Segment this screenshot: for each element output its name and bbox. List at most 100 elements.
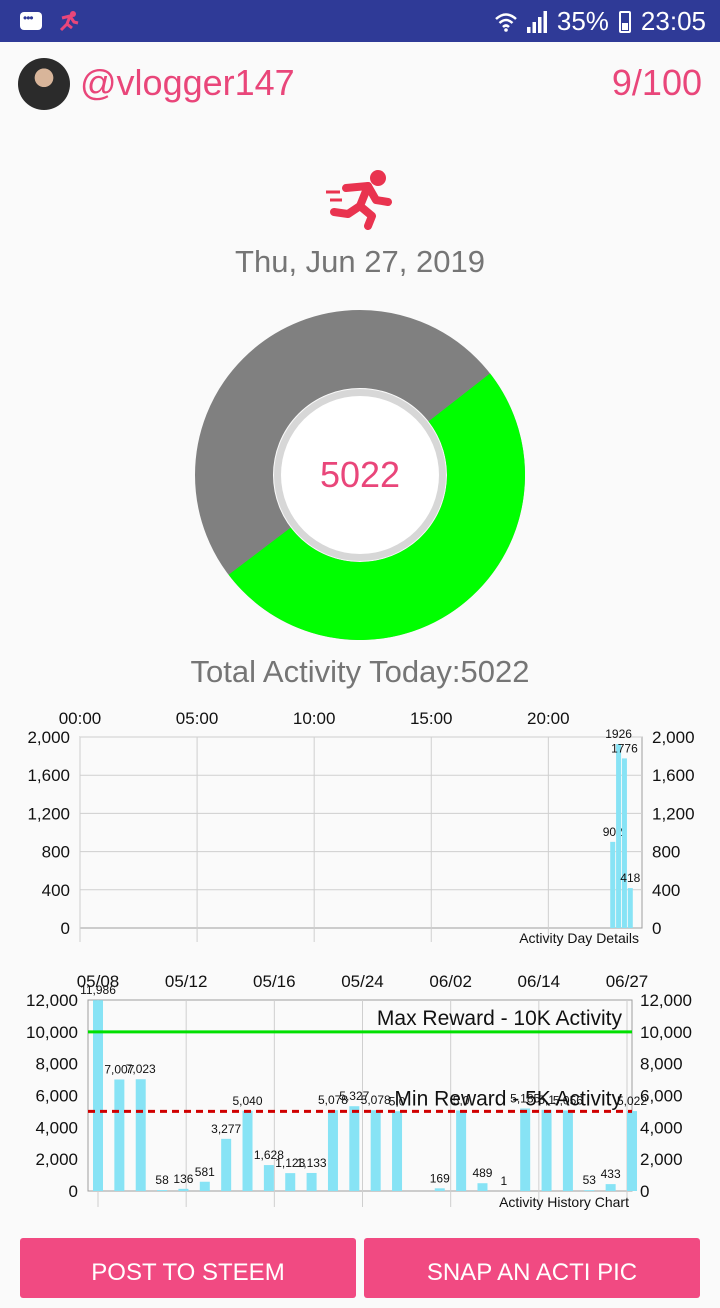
history-y-tick-right: 8,000	[640, 1055, 683, 1074]
history-bar	[221, 1139, 231, 1191]
day-y-tick-right: 2,000	[652, 728, 695, 747]
day-bar	[610, 842, 615, 928]
history-bar-label: 5,040	[233, 1094, 263, 1108]
day-y-tick-left: 0	[61, 919, 70, 938]
history-y-tick-left: 12,000	[26, 991, 78, 1010]
total-activity-today: Total Activity Today:5022	[0, 654, 720, 690]
history-y-tick-right: 10,000	[640, 1023, 692, 1042]
history-bar	[307, 1173, 317, 1191]
history-bar	[264, 1165, 274, 1191]
history-x-tick: 05/16	[253, 972, 296, 991]
post-to-steem-button[interactable]: POST TO STEEM	[20, 1238, 356, 1298]
history-bar	[328, 1110, 338, 1191]
day-bar-label: 1926	[605, 727, 632, 741]
chat-notification-icon	[20, 12, 42, 30]
history-y-tick-right: 2,000	[640, 1150, 683, 1169]
activity-date: Thu, Jun 27, 2019	[0, 244, 720, 280]
battery-percent: 35%	[557, 6, 609, 37]
snap-acti-pic-button[interactable]: SNAP AN ACTI PIC	[364, 1238, 700, 1298]
signal-icon	[527, 11, 547, 33]
history-bar	[542, 1110, 552, 1191]
day-y-tick-right: 1,600	[652, 766, 695, 785]
username[interactable]: @vlogger147	[80, 62, 295, 104]
history-bar-label: 433	[601, 1167, 621, 1181]
wifi-icon	[495, 12, 517, 32]
battery-icon	[619, 11, 631, 33]
max-reward-label: Max Reward - 10K Activity	[377, 1007, 623, 1030]
history-y-tick-right: 4,000	[640, 1118, 683, 1137]
history-y-tick-left: 10,000	[26, 1023, 78, 1042]
history-y-tick-right: 0	[640, 1182, 649, 1201]
runner-notification-icon	[56, 10, 80, 32]
avatar[interactable]	[18, 58, 70, 110]
history-bar	[563, 1111, 573, 1191]
history-bar	[200, 1182, 210, 1191]
day-plot-frame	[80, 737, 642, 928]
history-y-tick-right: 12,000	[640, 991, 692, 1010]
history-bar	[456, 1110, 466, 1191]
history-bar	[435, 1188, 445, 1191]
history-y-tick-left: 0	[69, 1182, 78, 1201]
history-bar	[136, 1079, 146, 1191]
history-bar	[371, 1110, 381, 1191]
history-x-tick: 06/02	[429, 972, 472, 991]
history-x-tick: 05/12	[165, 972, 208, 991]
history-bar-label: 11,986	[80, 983, 116, 997]
history-y-tick-left: 8,000	[35, 1055, 78, 1074]
history-bar	[349, 1106, 359, 1191]
donut-center-value: 5022	[300, 454, 420, 496]
day-x-tick: 10:00	[293, 709, 336, 728]
day-chart-description: Activity Day Details	[519, 930, 639, 946]
history-bar-label: 1	[500, 1174, 507, 1188]
history-chart-description: Activity History Chart	[499, 1194, 629, 1210]
day-y-tick-right: 1,200	[652, 804, 695, 823]
history-y-tick-left: 4,000	[35, 1118, 78, 1137]
history-bar-label: 58	[155, 1173, 169, 1187]
history-bar-label: 1,133	[297, 1156, 327, 1170]
day-bar-label: 418	[620, 871, 640, 885]
history-bar	[243, 1111, 253, 1191]
day-bar	[616, 744, 621, 928]
history-x-tick: 06/14	[518, 972, 561, 991]
history-bar	[606, 1184, 616, 1191]
history-bar	[584, 1190, 594, 1191]
history-bar-label: 169	[430, 1171, 450, 1185]
history-bar-label: 5,078	[361, 1093, 391, 1107]
day-x-tick: 15:00	[410, 709, 453, 728]
day-y-tick-left: 2,000	[27, 728, 70, 747]
day-x-tick: 00:00	[59, 709, 102, 728]
history-bar	[178, 1189, 188, 1191]
history-x-tick: 05/24	[341, 972, 384, 991]
history-y-tick-left: 2,000	[35, 1150, 78, 1169]
day-y-tick-left: 400	[42, 881, 70, 900]
clock: 23:05	[641, 6, 706, 37]
history-bar-label: 489	[472, 1166, 492, 1180]
history-bar	[477, 1183, 487, 1191]
day-y-tick-right: 0	[652, 919, 661, 938]
history-bar	[627, 1111, 637, 1191]
history-bar	[520, 1108, 530, 1191]
history-bar	[114, 1079, 124, 1191]
day-y-tick-left: 1,200	[27, 804, 70, 823]
day-y-tick-left: 800	[42, 843, 70, 862]
history-activity-chart: 002,0002,0004,0004,0006,0006,0008,0008,0…	[0, 962, 720, 1222]
profile-header: @vlogger147 9/100	[0, 42, 720, 124]
history-y-tick-left: 6,000	[35, 1087, 78, 1106]
history-x-tick: 06/27	[606, 972, 649, 991]
history-bar-label: 7,023	[126, 1062, 156, 1076]
day-x-tick: 20:00	[527, 709, 570, 728]
history-bar-label: 53	[583, 1173, 597, 1187]
day-y-tick-right: 400	[652, 881, 680, 900]
day-x-tick: 05:00	[176, 709, 219, 728]
history-bar-label: 136	[173, 1172, 193, 1186]
post-counter: 9/100	[612, 62, 702, 104]
day-bar-label: 1776	[611, 741, 638, 755]
runner-icon	[326, 166, 396, 230]
history-bar	[285, 1173, 295, 1191]
history-bar-label: 581	[195, 1165, 215, 1179]
day-bar	[628, 888, 633, 928]
history-bar-label: 3,277	[211, 1122, 241, 1136]
history-bar	[157, 1190, 167, 1191]
day-bar	[622, 758, 627, 928]
day-y-tick-left: 1,600	[27, 766, 70, 785]
